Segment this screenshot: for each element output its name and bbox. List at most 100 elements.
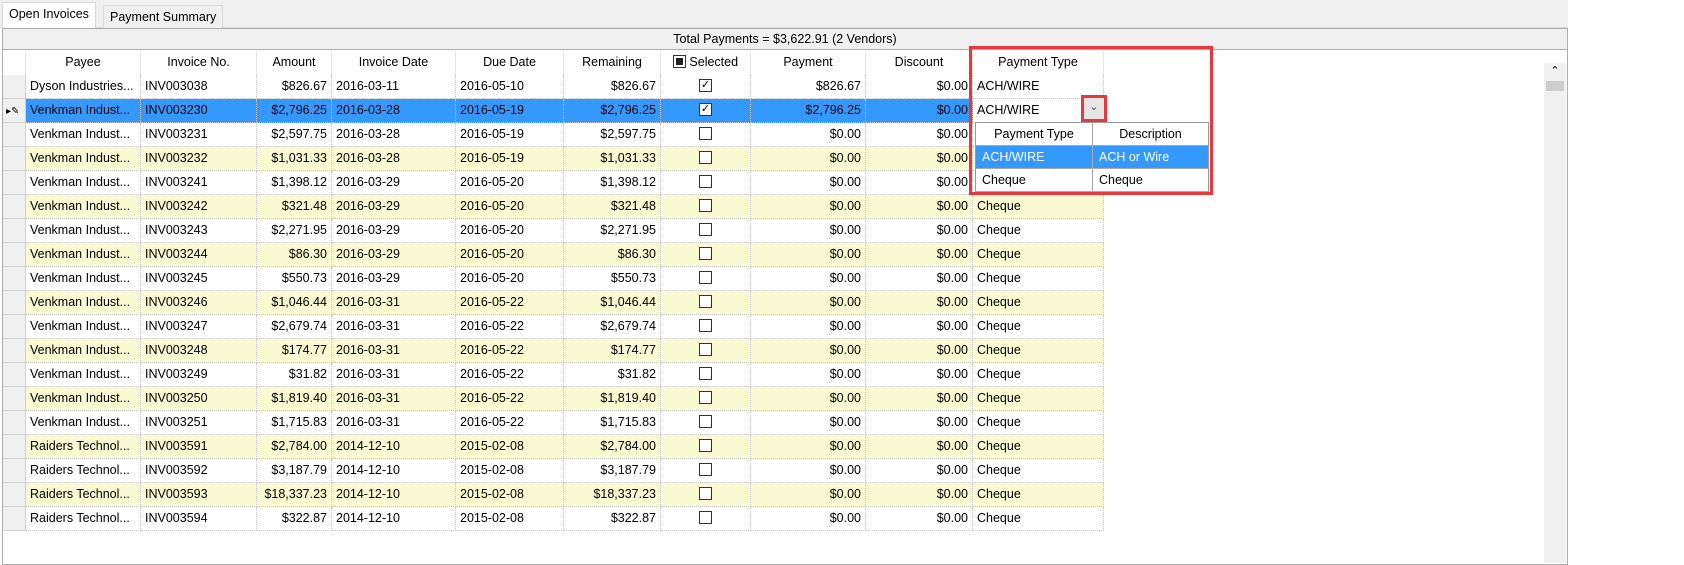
cell-type[interactable]: Cheque <box>973 483 1104 507</box>
table-row[interactable]: Raiders Technol... INV003593 $18,337.23 201… <box>3 483 1104 507</box>
row-header[interactable] <box>3 387 26 411</box>
selected-checkbox[interactable] <box>699 415 712 429</box>
row-header[interactable] <box>3 339 26 363</box>
selected-checkbox[interactable] <box>699 319 712 333</box>
table-row[interactable]: Raiders Technol... INV003591 $2,784.00 2014… <box>3 435 1104 459</box>
selected-checkbox[interactable] <box>699 391 712 405</box>
cell-selected[interactable] <box>661 219 751 243</box>
selected-checkbox[interactable] <box>699 271 712 285</box>
selected-checkbox[interactable]: ✓ <box>699 79 712 93</box>
cell-selected[interactable] <box>661 147 751 171</box>
tab-payment-summary[interactable]: Payment Summary <box>103 5 224 28</box>
table-row[interactable]: Dyson Industries... INV003038 $826.67 2016-… <box>3 75 1104 99</box>
selected-checkbox[interactable] <box>699 343 712 357</box>
table-row[interactable]: Venkman Indust... INV003241 $1,398.12 2016-… <box>3 171 1104 195</box>
table-row[interactable]: Venkman Indust... INV003244 $86.30 2016-03-… <box>3 243 1104 267</box>
cell-type[interactable]: Cheque <box>973 387 1104 411</box>
table-row[interactable]: Venkman Indust... INV003243 $2,271.95 2016-… <box>3 219 1104 243</box>
cell-selected[interactable]: ✓ <box>661 99 751 123</box>
cell-selected[interactable] <box>661 315 751 339</box>
cell-selected[interactable] <box>661 171 751 195</box>
row-header[interactable] <box>3 483 26 507</box>
cell-selected[interactable] <box>661 483 751 507</box>
cell-type[interactable]: Cheque <box>973 267 1104 291</box>
cell-type[interactable]: Cheque <box>973 459 1104 483</box>
cell-selected[interactable] <box>661 291 751 315</box>
table-row[interactable]: Raiders Technol... INV003594 $322.87 2014-1… <box>3 507 1104 531</box>
row-header[interactable] <box>3 219 26 243</box>
selected-checkbox[interactable] <box>699 511 712 525</box>
column-header-amount[interactable]: Amount <box>257 51 332 75</box>
column-header-invoice[interactable]: Invoice No. <box>141 51 257 75</box>
column-header-discount[interactable]: Discount <box>866 51 973 75</box>
column-header-due[interactable]: Due Date <box>456 51 564 75</box>
cell-selected[interactable] <box>661 507 751 531</box>
row-header[interactable] <box>3 267 26 291</box>
row-header[interactable] <box>3 363 26 387</box>
cell-selected[interactable] <box>661 339 751 363</box>
select-all-checkbox[interactable] <box>672 55 686 69</box>
table-row[interactable]: Venkman Indust... INV003232 $1,031.33 2016-… <box>3 147 1104 171</box>
selected-checkbox[interactable] <box>699 127 712 141</box>
table-row[interactable]: Venkman Indust... INV003246 $1,046.44 2016-… <box>3 291 1104 315</box>
selected-checkbox[interactable] <box>699 487 712 501</box>
cell-selected[interactable] <box>661 243 751 267</box>
selected-checkbox[interactable] <box>699 175 712 189</box>
selected-checkbox[interactable] <box>699 199 712 213</box>
table-row[interactable]: ▸✎ Venkman Indust... INV003230 $2,796.25 201… <box>3 99 1104 123</box>
cell-type[interactable]: Cheque <box>973 507 1104 531</box>
selected-checkbox[interactable] <box>699 439 712 453</box>
column-header-remaining[interactable]: Remaining <box>564 51 661 75</box>
table-row[interactable]: Raiders Technol... INV003592 $3,187.79 2014… <box>3 459 1104 483</box>
table-row[interactable]: Venkman Indust... INV003249 $31.82 2016-03-… <box>3 363 1104 387</box>
table-row[interactable]: Venkman Indust... INV003245 $550.73 2016-03… <box>3 267 1104 291</box>
cell-selected[interactable] <box>661 123 751 147</box>
cell-type[interactable]: Cheque <box>973 363 1104 387</box>
row-header[interactable] <box>3 195 26 219</box>
row-header[interactable] <box>3 507 26 531</box>
cell-type[interactable]: Cheque <box>973 411 1104 435</box>
cell-selected[interactable] <box>661 411 751 435</box>
row-header[interactable] <box>3 243 26 267</box>
row-header[interactable] <box>3 171 26 195</box>
table-row[interactable]: Venkman Indust... INV003231 $2,597.75 2016-… <box>3 123 1104 147</box>
cell-selected[interactable] <box>661 195 751 219</box>
row-header[interactable]: ▸✎ <box>3 99 26 123</box>
table-row[interactable]: Venkman Indust... INV003251 $1,715.83 2016-… <box>3 411 1104 435</box>
column-header-payment[interactable]: Payment <box>751 51 866 75</box>
cell-type[interactable]: Cheque <box>973 339 1104 363</box>
scroll-up-icon[interactable]: ⌃ <box>1544 63 1566 79</box>
cell-selected[interactable] <box>661 363 751 387</box>
column-header-payee[interactable]: Payee <box>26 51 141 75</box>
row-header[interactable] <box>3 315 26 339</box>
cell-type[interactable]: Cheque <box>973 195 1104 219</box>
cell-selected[interactable] <box>661 267 751 291</box>
row-header[interactable] <box>3 435 26 459</box>
row-header[interactable] <box>3 291 26 315</box>
table-row[interactable]: Venkman Indust... INV003242 $321.48 2016-03… <box>3 195 1104 219</box>
row-header[interactable] <box>3 147 26 171</box>
cell-selected[interactable] <box>661 387 751 411</box>
selected-checkbox[interactable]: ✓ <box>699 103 712 117</box>
cell-type[interactable]: Cheque <box>973 243 1104 267</box>
selected-checkbox[interactable] <box>699 463 712 477</box>
selected-checkbox[interactable] <box>699 151 712 165</box>
cell-type[interactable]: Cheque <box>973 315 1104 339</box>
selected-checkbox[interactable] <box>699 223 712 237</box>
table-row[interactable]: Venkman Indust... INV003247 $2,679.74 2016-… <box>3 315 1104 339</box>
cell-selected[interactable] <box>661 435 751 459</box>
cell-type[interactable]: Cheque <box>973 435 1104 459</box>
cell-type[interactable]: Cheque <box>973 219 1104 243</box>
selected-checkbox[interactable] <box>699 367 712 381</box>
cell-selected[interactable] <box>661 459 751 483</box>
cell-type[interactable]: Cheque <box>973 291 1104 315</box>
selected-checkbox[interactable] <box>699 247 712 261</box>
table-row[interactable]: Venkman Indust... INV003250 $1,819.40 2016-… <box>3 387 1104 411</box>
column-header-selected[interactable]: Selected <box>661 51 751 75</box>
row-header[interactable] <box>3 411 26 435</box>
tab-open-invoices[interactable]: Open Invoices <box>2 2 96 29</box>
cell-selected[interactable]: ✓ <box>661 75 751 99</box>
scroll-thumb[interactable] <box>1546 81 1564 91</box>
column-header-inv_date[interactable]: Invoice Date <box>332 51 456 75</box>
selected-checkbox[interactable] <box>699 295 712 309</box>
